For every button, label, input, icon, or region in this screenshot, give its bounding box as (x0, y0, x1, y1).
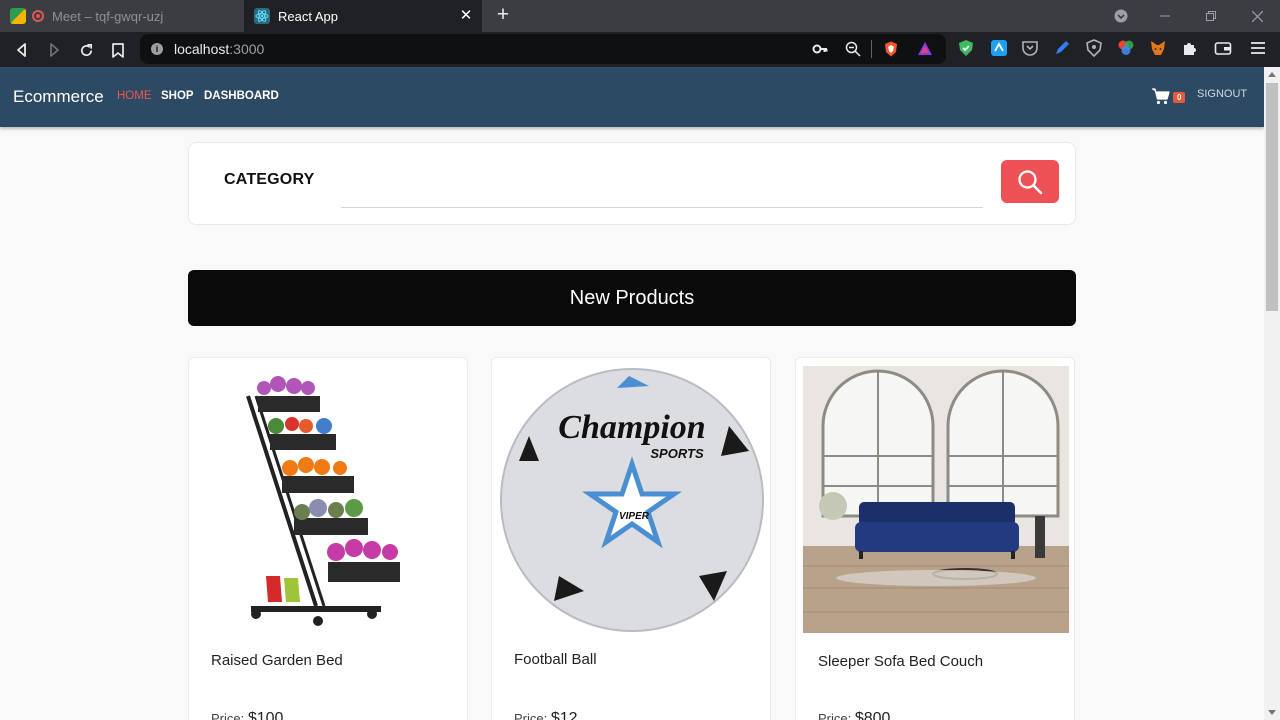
product-image[interactable] (803, 366, 1069, 633)
reload-icon (80, 43, 92, 56)
minimize-icon (1160, 15, 1170, 17)
zoom-icon[interactable] (845, 41, 861, 57)
restore-icon (1206, 11, 1216, 21)
page-scrollbar[interactable] (1264, 67, 1280, 720)
pocket-extension-icon[interactable] (1021, 39, 1039, 57)
bookmark-button[interactable] (107, 39, 129, 61)
scrollbar-thumb[interactable] (1266, 83, 1278, 311)
product-image[interactable]: Champion SPORTS VIPER (499, 366, 765, 633)
address-bar[interactable]: i localhost:3000 (140, 34, 946, 64)
garden-bed-image (196, 366, 462, 633)
tab-meet[interactable]: Meet – tqf-gwqr-uzj (0, 0, 240, 32)
cart-icon[interactable] (1151, 86, 1171, 106)
nav-home-link[interactable]: HOME (117, 90, 152, 102)
recording-icon (32, 10, 44, 22)
browser-window: Meet – tqf-gwqr-uzj React App ✕ + i loca… (0, 0, 1280, 720)
sofa-image (803, 366, 1069, 633)
search-icon (1018, 169, 1043, 194)
key-icon[interactable] (812, 41, 828, 57)
product-name: Raised Garden Bed (211, 652, 343, 669)
product-name: Football Ball (514, 651, 597, 668)
metamask-fox-icon[interactable] (1149, 39, 1167, 57)
tab-search-icon (1114, 9, 1128, 23)
category-input[interactable] (341, 173, 983, 208)
close-icon (1251, 10, 1263, 22)
url-text[interactable]: localhost:3000 (174, 41, 264, 57)
back-arrow-icon (17, 43, 26, 57)
menu-icon[interactable] (1249, 39, 1267, 57)
back-button[interactable] (11, 39, 33, 61)
forward-arrow-icon (50, 43, 59, 57)
restore-button[interactable] (1188, 0, 1234, 32)
pen-extension-icon[interactable] (1053, 39, 1071, 57)
minimize-button[interactable] (1142, 0, 1188, 32)
translate-extension-icon[interactable] (990, 39, 1008, 57)
close-window-button[interactable] (1234, 0, 1280, 32)
cart-count-badge: 0 (1173, 92, 1186, 103)
tab-title: Meet – tqf-gwqr-uzj (52, 8, 164, 24)
close-tab-icon[interactable]: ✕ (456, 6, 476, 26)
category-label: CATEGORY (224, 171, 315, 188)
tab-title: React App (278, 8, 338, 24)
site-navbar: Ecommerce HOME SHOP DASHBOARD 0 SIGNOUT (0, 67, 1264, 127)
extensions-puzzle-icon[interactable] (1181, 39, 1199, 57)
product-card[interactable]: Champion SPORTS VIPER Football Ball Pric… (491, 357, 771, 720)
svg-text:Champion: Champion (558, 409, 705, 446)
signout-link[interactable]: SIGNOUT (1197, 88, 1247, 100)
svg-text:VIPER: VIPER (619, 511, 650, 522)
football-image: Champion SPORTS VIPER (499, 366, 765, 633)
react-favicon-icon (254, 8, 270, 24)
color-picker-extension-icon[interactable] (1117, 39, 1135, 57)
forward-button[interactable] (43, 39, 65, 61)
browser-toolbar: i localhost:3000 (0, 32, 1280, 67)
meet-favicon-icon (10, 8, 26, 24)
brave-shield-icon[interactable] (883, 41, 899, 57)
new-products-banner: New Products (188, 270, 1076, 326)
scroll-up-arrow-icon[interactable] (1268, 72, 1276, 77)
category-search-panel: CATEGORY (188, 142, 1076, 225)
brand-logo[interactable]: Ecommerce (13, 87, 104, 107)
site-info-icon[interactable]: i (151, 43, 163, 55)
tab-search-button[interactable] (1098, 0, 1144, 32)
product-card[interactable]: Raised Garden Bed Price: $100 (188, 357, 468, 720)
wallet-icon[interactable] (1214, 39, 1232, 57)
new-tab-button[interactable]: + (492, 4, 514, 27)
product-card[interactable]: Sleeper Sofa Bed Couch Price: $800 (795, 357, 1075, 720)
product-price: Price: $12 (514, 710, 578, 720)
product-name: Sleeper Sofa Bed Couch (818, 653, 984, 670)
divider (871, 40, 872, 58)
vpn-shield-extension-icon[interactable] (957, 39, 975, 57)
tab-strip: Meet – tqf-gwqr-uzj React App ✕ + (0, 0, 1280, 32)
tab-react-app[interactable]: React App ✕ (244, 0, 482, 32)
svg-text:SPORTS: SPORTS (650, 446, 704, 461)
reload-button[interactable] (75, 39, 97, 61)
brave-rewards-icon[interactable] (917, 41, 933, 57)
nav-shop-link[interactable]: SHOP (161, 90, 194, 102)
scroll-down-arrow-icon[interactable] (1268, 710, 1276, 715)
nav-dashboard-link[interactable]: DASHBOARD (204, 90, 279, 102)
product-price: Price: $100 (211, 710, 284, 720)
privacy-shield-extension-icon[interactable] (1085, 39, 1103, 57)
bookmark-icon (112, 42, 124, 58)
product-price: Price: $800 (818, 710, 891, 720)
search-button[interactable] (1001, 160, 1059, 203)
product-image[interactable] (196, 366, 462, 633)
